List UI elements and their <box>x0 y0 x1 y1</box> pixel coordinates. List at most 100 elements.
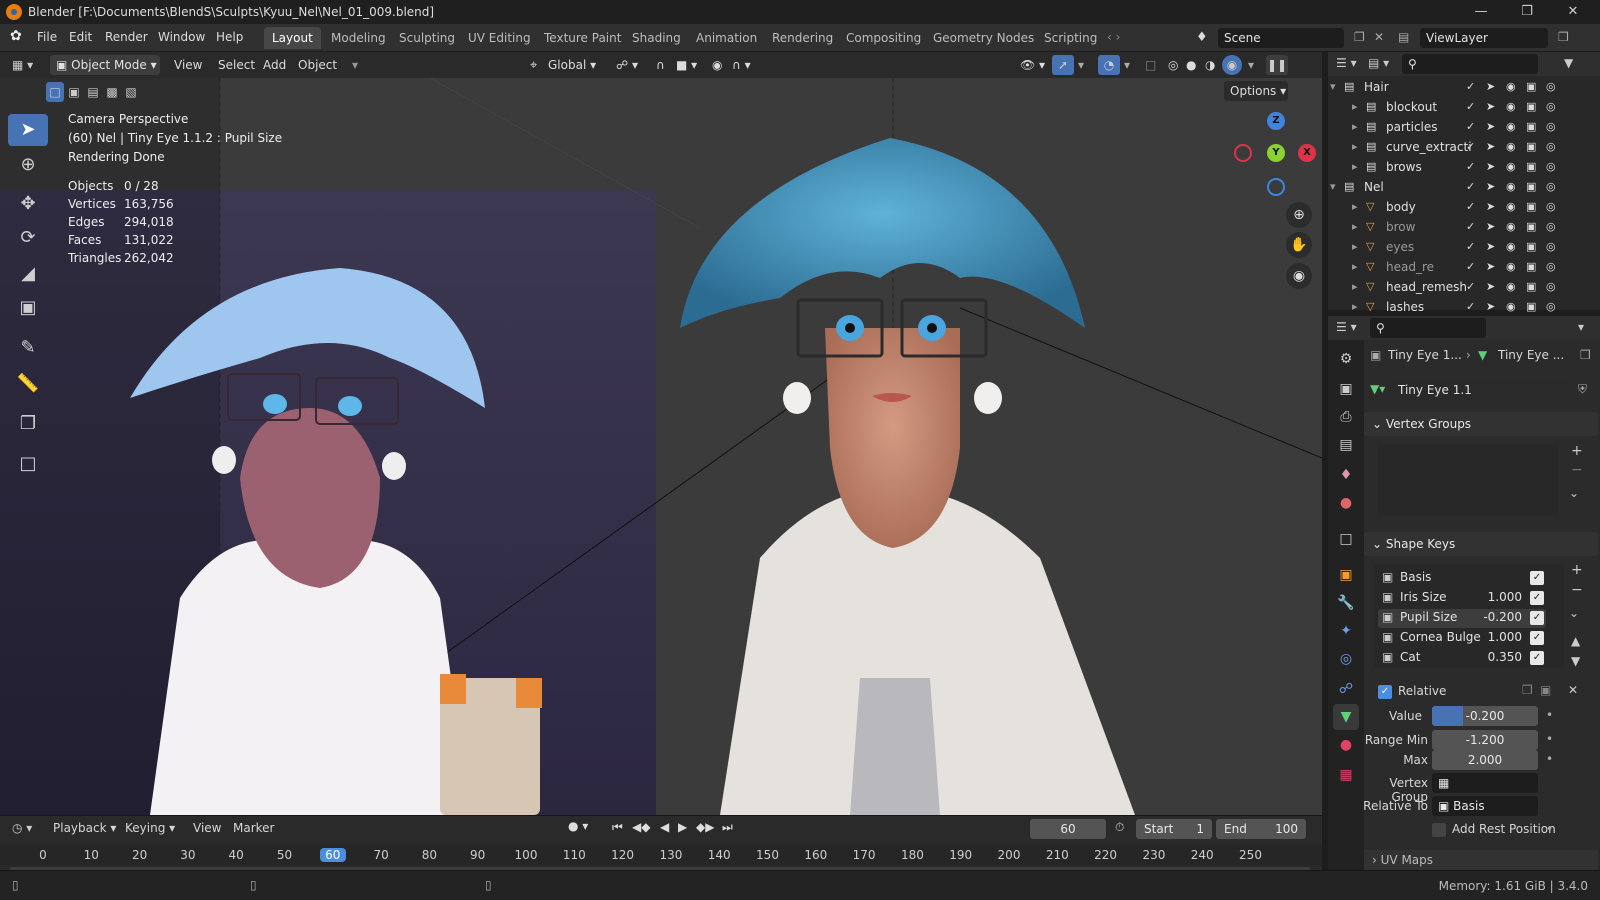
xray-icon[interactable]: □ <box>1145 56 1156 75</box>
display-mode-icon[interactable]: ▤ ▾ <box>1368 56 1389 70</box>
move-tool-icon[interactable]: ✥ <box>8 188 48 220</box>
shape-key-mute-checkbox[interactable]: ✓ <box>1530 571 1544 585</box>
record-icon[interactable]: ● ▾ <box>568 819 588 833</box>
expand-right-icon[interactable]: ▸ <box>1352 260 1358 273</box>
selectable-icon[interactable]: ➤ <box>1486 240 1495 253</box>
axis-y-icon[interactable]: Y <box>1267 144 1285 162</box>
render-camera-icon[interactable]: ◎ <box>1546 280 1556 293</box>
mesh-browse-icon[interactable]: ▼▾ <box>1370 382 1385 396</box>
outliner-row[interactable]: ▾ ▤ Nel ✓ ➤ ◉ ▣ ◎ <box>1328 178 1600 198</box>
tab-animation[interactable]: Animation <box>688 27 765 49</box>
shape-key-item[interactable]: ▣ Cornea Bulge 1.000 ✓ <box>1378 629 1546 648</box>
selectable-icon[interactable]: ➤ <box>1486 80 1495 93</box>
render-camera-icon[interactable]: ◎ <box>1546 180 1556 193</box>
overlays-toggle-icon[interactable]: ◔ <box>1098 55 1120 75</box>
viewport-disable-icon[interactable]: ▣ <box>1526 280 1536 293</box>
render-camera-icon[interactable]: ◎ <box>1546 120 1556 133</box>
select-subtract-icon[interactable]: ▤ <box>84 82 102 102</box>
wireframe-shading-icon[interactable]: ◎ <box>1168 56 1178 75</box>
vertex-groups-panel-header[interactable]: ⌄ Vertex Groups <box>1364 412 1598 436</box>
play-icon[interactable]: ▶ <box>678 820 687 834</box>
eye-visibility-icon[interactable]: ◉ <box>1506 120 1516 133</box>
properties-search-input[interactable]: ⚲ <box>1370 318 1486 338</box>
expand-right-icon[interactable]: ▸ <box>1352 300 1358 313</box>
editor-type-icon[interactable]: ▦ ▾ <box>12 56 33 75</box>
outliner-row[interactable]: ▸ ▤ blockout ✓ ➤ ◉ ▣ ◎ <box>1328 98 1600 118</box>
include-checkbox-icon[interactable]: ✓ <box>1466 240 1475 253</box>
viewport-disable-icon[interactable]: ▣ <box>1526 260 1536 273</box>
shape-key-pin-icon[interactable]: ❒ <box>1522 683 1533 697</box>
tab-layout[interactable]: Layout <box>264 27 321 49</box>
relative-to-field[interactable]: ▣ Basis <box>1432 796 1538 816</box>
menu-file[interactable]: File <box>37 30 57 44</box>
menu-object[interactable]: Object <box>298 56 337 75</box>
outliner-search-input[interactable]: ⚲ <box>1402 54 1538 74</box>
selectable-icon[interactable]: ➤ <box>1486 220 1495 233</box>
dropdown-icon[interactable]: ▾ <box>352 56 358 75</box>
close-icon[interactable]: ✕ <box>1550 0 1596 24</box>
stopwatch-icon[interactable]: ⏱ <box>1115 820 1124 835</box>
selectable-icon[interactable]: ➤ <box>1486 300 1495 313</box>
mesh-data-name-field[interactable]: Tiny Eye 1.1 <box>1392 380 1568 400</box>
axis-neg-z-icon[interactable] <box>1267 178 1285 196</box>
shape-keys-panel-header[interactable]: ⌄ Shape Keys <box>1364 532 1598 556</box>
outliner-row[interactable]: ▸ ▽ eyes ✓ ➤ ◉ ▣ ◎ <box>1328 238 1600 258</box>
menu-keying[interactable]: Keying ▾ <box>125 821 175 835</box>
menu-render[interactable]: Render <box>105 30 148 44</box>
keyframe-dot-icon[interactable]: • <box>1546 752 1553 766</box>
include-checkbox-icon[interactable]: ✓ <box>1466 140 1475 153</box>
mode-selector[interactable]: ▣ Object Mode ▾ <box>50 55 160 75</box>
viewport-disable-icon[interactable]: ▣ <box>1526 180 1536 193</box>
render-camera-icon[interactable]: ◎ <box>1546 300 1556 313</box>
next-keyframe-icon[interactable]: ◆▶ <box>696 820 714 834</box>
fake-user-shield-icon[interactable]: ⛨ <box>1578 382 1587 397</box>
render-camera-icon[interactable]: ◎ <box>1546 80 1556 93</box>
selectable-icon[interactable]: ➤ <box>1486 160 1495 173</box>
eye-visibility-icon[interactable]: ◉ <box>1506 140 1516 153</box>
expand-right-icon[interactable]: ▸ <box>1352 160 1358 173</box>
select-box-tool-icon[interactable]: ➤ <box>8 114 48 146</box>
menu-view[interactable]: View <box>174 56 202 75</box>
delete-scene-icon[interactable]: ✕ <box>1374 30 1384 44</box>
pivot-point-icon[interactable]: ☍ ▾ <box>616 56 638 75</box>
3d-viewport[interactable]: □ ▣ ▤ ▩ ▧ Camera Perspective (60) Nel | … <box>0 78 1322 815</box>
breadcrumb-object[interactable]: Tiny Eye 1... <box>1388 348 1462 362</box>
start-frame-field[interactable]: Start 1 <box>1136 819 1212 839</box>
constraints-tab-icon[interactable]: ☍ <box>1333 676 1359 702</box>
viewport-disable-icon[interactable]: ▣ <box>1526 220 1536 233</box>
tab-rendering[interactable]: Rendering <box>764 27 841 49</box>
annotate-tool-icon[interactable]: ✎ <box>8 332 48 364</box>
snap-target-icon[interactable]: ■ ▾ <box>676 56 697 75</box>
select-new-icon[interactable]: □ <box>46 82 64 102</box>
outliner-row[interactable]: ▸ ▽ body ✓ ➤ ◉ ▣ ◎ <box>1328 198 1600 218</box>
shape-key-value[interactable]: 1.000 <box>1488 590 1522 604</box>
more-tabs-icon[interactable]: ‹ › <box>1107 30 1120 44</box>
menu-view[interactable]: View <box>193 821 221 835</box>
viewport-disable-icon[interactable]: ▣ <box>1526 300 1536 313</box>
minimize-icon[interactable]: — <box>1458 0 1504 24</box>
menu-help[interactable]: Help <box>216 30 243 44</box>
eye-visibility-icon[interactable]: ◉ <box>1506 220 1516 233</box>
play-reverse-icon[interactable]: ◀ <box>660 820 669 834</box>
keyframe-dot-icon[interactable]: • <box>1546 708 1553 722</box>
eye-visibility-icon[interactable]: ◉ <box>1506 80 1516 93</box>
zoom-icon[interactable]: ⊕ <box>1286 202 1312 228</box>
shape-key-mute-checkbox[interactable]: ✓ <box>1530 651 1544 665</box>
jump-start-icon[interactable]: ⏮ <box>612 820 623 835</box>
select-intersect-icon[interactable]: ▧ <box>122 82 140 102</box>
expand-down-icon[interactable]: ▾ <box>1330 80 1336 93</box>
maximize-icon[interactable]: ❐ <box>1504 0 1550 24</box>
viewport-disable-icon[interactable]: ▣ <box>1526 100 1536 113</box>
snap-icon[interactable]: ∩ <box>656 56 665 75</box>
scene-selector[interactable]: Scene <box>1218 28 1344 48</box>
viewport-disable-icon[interactable]: ▣ <box>1526 200 1536 213</box>
render-camera-icon[interactable]: ◎ <box>1546 160 1556 173</box>
tab-texture-paint[interactable]: Texture Paint <box>536 27 629 49</box>
select-invert-icon[interactable]: ▩ <box>103 82 121 102</box>
shape-key-mute-checkbox[interactable]: ✓ <box>1530 631 1544 645</box>
vertex-group-field[interactable]: ▦ <box>1432 773 1538 793</box>
shape-key-item[interactable]: ▣ Basis ✓ <box>1378 569 1546 588</box>
eye-visibility-icon[interactable]: ◉ <box>1506 300 1516 313</box>
outliner-row[interactable]: ▾ ▤ Hair ✓ ➤ ◉ ▣ ◎ <box>1328 78 1600 98</box>
shape-key-mute-checkbox[interactable]: ✓ <box>1530 611 1544 625</box>
